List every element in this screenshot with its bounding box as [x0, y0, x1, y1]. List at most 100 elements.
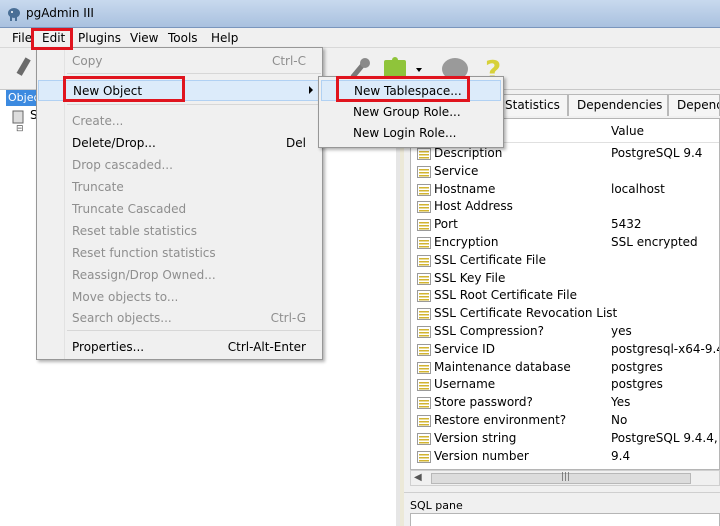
servers-icon [12, 110, 24, 124]
menu-item-reassign-drop-owned[interactable]: Reassign/Drop Owned... [38, 265, 322, 286]
menu-file[interactable]: File [8, 30, 36, 47]
property-row[interactable]: Host Address [411, 198, 719, 216]
property-row[interactable]: Encryption SSL encrypted [411, 234, 719, 252]
menu-item-label: Reset table statistics [72, 224, 198, 238]
property-value: PostgreSQL 9.4.4, c [611, 430, 720, 445]
property-icon [417, 165, 431, 178]
property-row[interactable]: SSL Certificate File [411, 252, 719, 270]
property-name: Username [434, 377, 496, 392]
menu-item-label: Copy [72, 54, 103, 68]
property-row[interactable]: SSL Compression? yes [411, 323, 719, 341]
scrollbar-grip-icon: ||| [561, 472, 571, 482]
plug-icon[interactable] [10, 54, 38, 84]
menu-item-label: Drop cascaded... [72, 158, 173, 172]
submenu-item-label: New Login Role... [353, 126, 457, 140]
property-row[interactable]: Maintenance database postgres [411, 359, 719, 377]
menu-plugins[interactable]: Plugins [74, 30, 125, 47]
submenu-new-tablespace[interactable]: New Tablespace... [321, 80, 501, 101]
property-value: postgres [611, 359, 663, 374]
property-row[interactable]: SSL Key File [411, 270, 719, 288]
submenu-new-group-role[interactable]: New Group Role... [321, 102, 501, 123]
menu-item-delete-drop[interactable]: Delete/Drop... Del [38, 133, 322, 154]
tab-dependents[interactable]: Depende [668, 94, 720, 116]
property-name: Host Address [434, 199, 513, 214]
menu-tools[interactable]: Tools [164, 30, 202, 47]
scroll-left-arrow-icon[interactable]: ◀ [414, 472, 422, 483]
property-row[interactable]: Store password? Yes [411, 394, 719, 412]
property-row[interactable]: SSL Certificate Revocation List [411, 305, 719, 323]
menu-item-truncate[interactable]: Truncate [38, 177, 322, 198]
menu-item-label: Truncate Cascaded [72, 202, 187, 216]
menu-item-search-objects[interactable]: Search objects... Ctrl-G [38, 308, 322, 329]
menu-edit[interactable]: Edit [38, 30, 69, 47]
tab-statistics[interactable]: Statistics [496, 94, 568, 116]
tab-dependencies[interactable]: Dependencies [568, 94, 668, 116]
submenu-new-login-role[interactable]: New Login Role... [321, 123, 501, 144]
menu-item-shortcut: Ctrl-G [270, 311, 306, 325]
submenu-item-label: New Group Role... [353, 105, 461, 119]
menu-item-copy[interactable]: Copy Ctrl-C [38, 51, 322, 72]
menu-item-label: Reassign/Drop Owned... [72, 268, 216, 282]
sql-pane: SQL pane [404, 492, 720, 526]
property-value: localhost [611, 181, 665, 196]
property-icon [417, 201, 431, 214]
menu-help[interactable]: Help [207, 30, 242, 47]
property-icon [417, 272, 431, 285]
menu-item-shortcut: Ctrl-C [271, 54, 306, 68]
menu-item-drop-cascaded[interactable]: Drop cascaded... [38, 155, 322, 176]
menu-separator [67, 104, 321, 105]
menu-item-label: Create... [72, 114, 124, 128]
property-name: Hostname [434, 181, 496, 196]
property-value: PostgreSQL 9.4 [611, 146, 703, 160]
value-column-header[interactable]: Value [611, 124, 644, 138]
sql-pane-editor[interactable] [410, 513, 720, 526]
property-icon [417, 148, 431, 160]
property-row[interactable]: Service [411, 163, 719, 181]
tree-expand-icon[interactable]: ⊟ [16, 124, 24, 134]
property-name: Service [434, 163, 479, 178]
property-icon [417, 397, 431, 410]
property-row[interactable]: SSL Root Certificate File [411, 287, 719, 305]
menu-item-label: Move objects to... [72, 290, 179, 304]
property-value: postgresql-x64-9.4 [611, 341, 720, 356]
property-name: SSL Key File [434, 270, 506, 285]
property-row[interactable]: Service ID postgresql-x64-9.4 [411, 341, 720, 359]
property-name: Version string [434, 430, 517, 445]
property-name: SSL Compression? [434, 324, 544, 338]
menu-bar: File Edit Plugins View Tools Help [0, 28, 720, 48]
property-row[interactable]: Hostname localhost [411, 181, 719, 199]
menu-view[interactable]: View [126, 30, 162, 47]
menu-item-reset-table-statistics[interactable]: Reset table statistics [38, 221, 322, 242]
edit-menu-dropdown: Copy Ctrl-C New Object Create... Delete/Drop… [36, 47, 323, 360]
property-name: Description [434, 146, 503, 160]
property-name: Version number [434, 448, 529, 463]
elephant-app-icon [8, 8, 20, 21]
submenu-item-label: New Tablespace... [354, 84, 462, 98]
menu-item-shortcut: Ctrl-Alt-Enter [227, 340, 306, 354]
menu-item-move-objects-to[interactable]: Move objects to... [38, 287, 322, 308]
submenu-arrow-icon [309, 86, 313, 94]
property-icon [417, 432, 431, 445]
property-value: 9.4 [611, 448, 631, 463]
property-row[interactable]: Restore environment? No [411, 412, 719, 430]
property-row[interactable]: Port 5432 [411, 216, 719, 234]
menu-item-properties[interactable]: Properties... Ctrl-Alt-Enter [38, 337, 322, 358]
property-icon [417, 379, 431, 392]
property-row[interactable]: Version string PostgreSQL 9.4.4, c [411, 430, 720, 448]
property-row[interactable]: Username postgres [411, 376, 719, 394]
property-name: Service ID [434, 341, 495, 356]
property-row[interactable]: Version number 9.4 [411, 448, 719, 466]
horizontal-scrollbar[interactable]: ◀ ||| [410, 470, 720, 486]
property-icon [417, 415, 431, 427]
property-name: Restore environment? [434, 413, 567, 427]
menu-item-new-object[interactable]: New Object [38, 80, 322, 101]
menu-item-create[interactable]: Create... [38, 111, 322, 132]
menu-item-truncate-cascaded[interactable]: Truncate Cascaded [38, 199, 322, 220]
window-title: pgAdmin III [26, 6, 94, 20]
menu-item-reset-function-statistics[interactable]: Reset function statistics [38, 243, 322, 264]
property-icon [417, 254, 431, 267]
property-name: SSL Certificate File [434, 252, 546, 267]
property-name: Port [434, 217, 458, 232]
menu-item-label: Truncate [72, 180, 124, 194]
menu-separator [67, 330, 321, 331]
